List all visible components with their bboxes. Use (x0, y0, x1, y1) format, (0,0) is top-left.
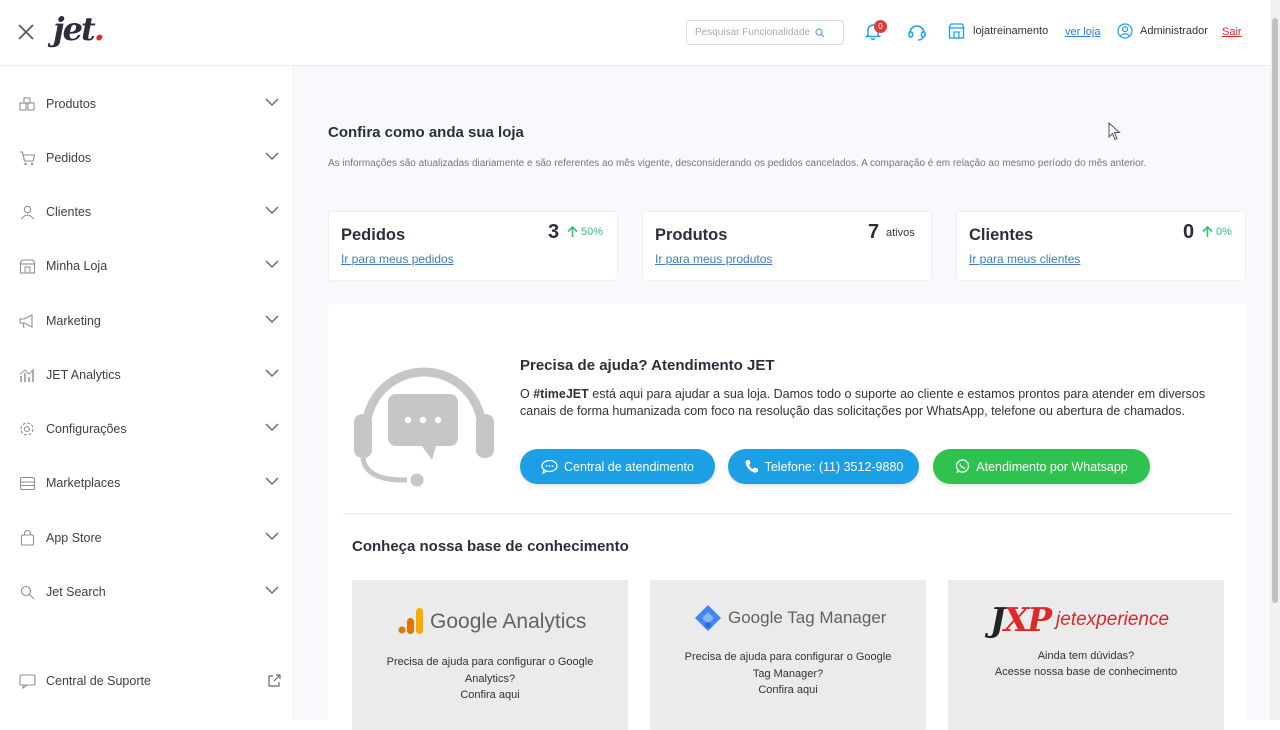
help-text: O #timeJET está aqui para ajudar a sua l… (520, 387, 1206, 418)
kb-title: Conheça nossa base de conhecimento (352, 538, 629, 555)
megaphone-icon (18, 312, 36, 330)
products-link[interactable]: Ir para meus produtos (655, 252, 772, 266)
gear-icon (18, 420, 36, 438)
main-content: Confira como anda sua loja As informaçõe… (295, 66, 1270, 730)
stat-card-pedidos: Pedidos 3 50% Ir para meus pedidos (328, 211, 618, 281)
chevron-down-icon[interactable] (265, 477, 279, 486)
sidebar-item-jet-search[interactable]: Jet Search (0, 572, 294, 612)
chart-icon (18, 366, 36, 384)
google-tag-manager-logo: Google Tag Manager (694, 604, 886, 632)
store-info: lojatreinamento (948, 23, 1048, 39)
chevron-down-icon[interactable] (265, 423, 279, 432)
customers-link[interactable]: Ir para meus clientes (969, 252, 1080, 266)
sidebar-item-minha-loja[interactable]: Minha Loja (0, 246, 294, 286)
close-icon[interactable] (16, 22, 36, 42)
kb-card-google-tag-manager[interactable]: Google Tag Manager Precisa de ajuda para… (650, 580, 926, 730)
kb-cta[interactable]: Acesse nossa base de conhecimento (968, 664, 1204, 681)
stat-card-clientes: Clientes 0 0% Ir para meus clientes (956, 211, 1246, 281)
bag-icon (18, 529, 36, 547)
search-icon[interactable] (815, 27, 825, 38)
search-input[interactable] (695, 27, 815, 38)
kb-card-jet-experience[interactable]: JXP jetexperience Ainda tem dúvidas? Ace… (948, 580, 1224, 730)
stat-value: 0 (1183, 221, 1195, 243)
search-icon (18, 583, 36, 601)
sidebar-item-clientes[interactable]: Clientes (0, 192, 294, 232)
sidebar: Produtos Pedidos Clientes Minha Loja Mar… (0, 66, 294, 720)
search-box[interactable] (686, 20, 844, 45)
sidebar-item-produtos[interactable]: Produtos (0, 84, 294, 124)
view-store-link[interactable]: ver loja (1065, 26, 1100, 38)
whatsapp-icon (956, 459, 970, 473)
user-avatar-icon (1117, 23, 1133, 39)
kb-cta[interactable]: Confira aqui (372, 687, 608, 704)
page-description: As informações são atualizadas diariamen… (328, 158, 1147, 169)
help-title: Precisa de ajuda? Atendimento JET (520, 357, 775, 374)
arrow-up-icon (567, 226, 578, 237)
stat-sub: ativos (886, 227, 915, 239)
cart-icon (18, 149, 36, 167)
phone-button[interactable]: Telefone: (11) 3512-9880 (728, 449, 919, 484)
notification-badge: 0 (874, 20, 887, 33)
whatsapp-button[interactable]: Atendimento por Whatsapp (933, 449, 1150, 484)
help-panel: Precisa de ajuda? Atendimento JET O #tim… (328, 304, 1246, 730)
page-title: Confira como anda sua loja (328, 124, 524, 141)
chevron-down-icon[interactable] (265, 532, 279, 541)
sidebar-item-jet-analytics[interactable]: JET Analytics (0, 355, 294, 395)
orders-link[interactable]: Ir para meus pedidos (341, 252, 454, 266)
sidebar-item-marketing[interactable]: Marketing (0, 301, 294, 341)
stat-change: 0% (1202, 226, 1232, 238)
jet-experience-logo: JXP jetexperience (990, 600, 1170, 639)
sidebar-item-marketplaces[interactable]: Marketplaces (0, 463, 294, 503)
google-analytics-logo: Google Analytics (398, 608, 586, 634)
user-name: Administrador (1140, 25, 1208, 37)
top-bar: jet. 0 lojatreinamento ver loja Administ… (0, 0, 1270, 66)
jet-logo[interactable]: jet. (53, 10, 105, 48)
phone-icon (745, 460, 758, 473)
headset-icon[interactable] (907, 22, 927, 42)
stat-value: 3 (548, 221, 560, 243)
sidebar-item-configuracoes[interactable]: Configurações (0, 409, 294, 449)
store-icon (948, 23, 965, 39)
google-analytics-icon (398, 608, 423, 634)
kb-cta[interactable]: Confira aqui (670, 682, 906, 699)
central-atendimento-button[interactable]: Central de atendimento (520, 449, 715, 484)
boxes-icon (18, 95, 36, 113)
sidebar-item-app-store[interactable]: App Store (0, 518, 294, 558)
divider (342, 513, 1234, 514)
kb-card-google-analytics[interactable]: Google Analytics Precisa de ajuda para c… (352, 580, 628, 730)
arrow-up-icon (1202, 226, 1213, 237)
chevron-down-icon[interactable] (265, 98, 279, 107)
chevron-down-icon[interactable] (265, 152, 279, 161)
user-info[interactable]: Administrador (1117, 23, 1208, 39)
google-tag-manager-icon (695, 605, 721, 631)
stat-value: 7 (868, 221, 880, 243)
support-headset-illustration (354, 367, 494, 487)
store-name: lojatreinamento (973, 25, 1049, 37)
marketplace-icon (18, 474, 36, 492)
user-icon (18, 203, 36, 221)
external-link-icon[interactable] (267, 674, 281, 688)
scrollbar-thumb[interactable] (1272, 18, 1278, 603)
chevron-down-icon[interactable] (265, 315, 279, 324)
chevron-down-icon[interactable] (265, 206, 279, 215)
chat-bubble-icon (541, 459, 558, 474)
logout-link[interactable]: Sair (1222, 26, 1242, 38)
stat-change: 50% (567, 226, 603, 238)
chevron-down-icon[interactable] (265, 369, 279, 378)
stat-card-produtos: Produtos 7 ativos Ir para meus produtos (642, 211, 932, 281)
sidebar-item-central-suporte[interactable]: Central de Suporte (0, 661, 294, 701)
sidebar-item-pedidos[interactable]: Pedidos (0, 138, 294, 178)
store-icon (18, 257, 36, 275)
chevron-down-icon[interactable] (265, 586, 279, 595)
mouse-cursor (1108, 122, 1121, 141)
chevron-down-icon[interactable] (265, 260, 279, 269)
scrollbar[interactable] (1270, 0, 1280, 720)
chat-icon (18, 672, 36, 690)
